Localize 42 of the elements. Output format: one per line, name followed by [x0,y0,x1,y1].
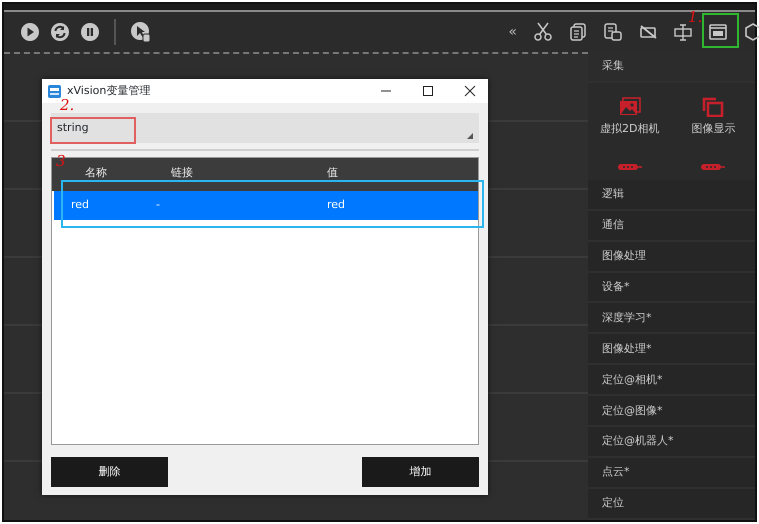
connector-port-icon [618,163,642,172]
window-title: xVision变量管理 [67,82,152,98]
column-header[interactable]: 值 [327,166,338,191]
column-header[interactable]: 链接 [154,166,327,191]
connector-port-icon [701,163,726,172]
category-header[interactable]: 采集 [588,52,755,83]
dropdown-arrow-icon [467,133,473,139]
document-icon[interactable] [603,22,623,42]
table-cell-text: - [156,197,161,214]
column-header[interactable]: 名称 [52,166,154,191]
hexagon-icon[interactable] [743,22,759,42]
pause-icon[interactable] [80,22,100,42]
type-dropdown[interactable]: string [51,113,479,143]
table-row[interactable]: red - red [54,191,478,220]
category-item[interactable]: 逻辑 [588,180,755,211]
play-icon[interactable] [20,22,40,42]
collapse-button[interactable]: « [502,22,523,42]
category-item[interactable]: 设备* [588,272,755,304]
image-icon[interactable] [618,96,641,117]
category-item[interactable]: 图像处理 [588,242,755,273]
refresh-icon[interactable] [50,22,70,42]
close-icon [464,85,476,97]
scissors-icon[interactable] [533,22,553,42]
app-logo-icon [48,84,61,98]
handwritten-number: 1. [688,10,702,25]
maximize-icon [422,85,434,97]
tool-label[interactable]: 图像显示 [691,120,736,138]
highlight-frame [702,13,739,48]
category-item[interactable]: 通信 [588,210,755,242]
add-button[interactable]: 增加 [362,457,479,487]
delete-button[interactable]: 删除 [51,457,168,487]
split-block-icon[interactable] [673,22,693,42]
copy-icon[interactable] [568,22,588,42]
table-cell-text: red [327,197,346,214]
tool-label[interactable]: 虚拟2D相机 [600,120,660,138]
table-cell-text: red [70,197,90,214]
handwritten-number: 2. [60,98,74,113]
dropdown-value: string [57,120,89,136]
debug-icon[interactable] [130,21,152,43]
variable-window-icon[interactable] [708,22,728,42]
handwritten-number: 3 [56,154,66,169]
overlapping-squares-icon[interactable] [702,96,724,117]
